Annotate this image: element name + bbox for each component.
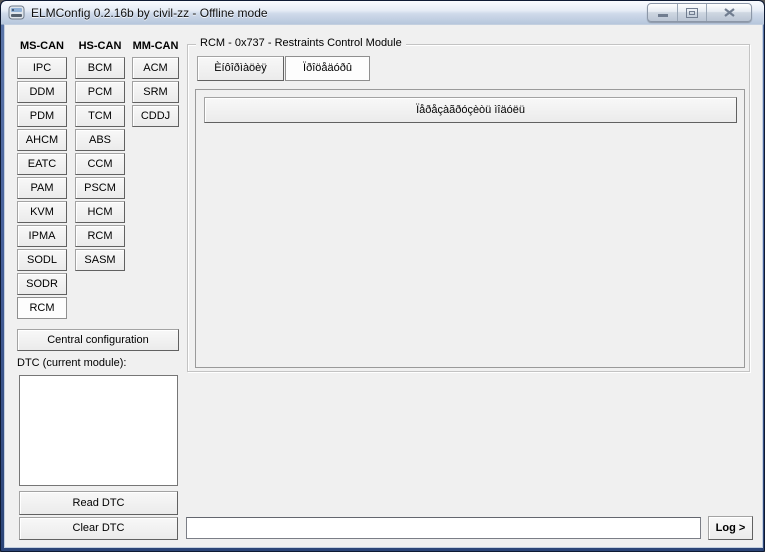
module-button-mm-acm[interactable]: ACM [132, 57, 179, 79]
module-button-ms-ddm[interactable]: DDM [17, 81, 67, 103]
module-groupbox: RCM - 0x737 - Restraints Control Module … [187, 44, 750, 372]
module-button-hs-pcm[interactable]: PCM [75, 81, 125, 103]
module-button-hs-tcm[interactable]: TCM [75, 105, 125, 127]
reload-module-button[interactable]: Ïåðåçàãðóçèòü ìîäóëü [204, 97, 737, 123]
tab-information[interactable]: Èíôîðìàöèÿ [197, 56, 284, 81]
titlebar[interactable]: ELMConfig 0.2.16b by civil-zz - Offline … [1, 1, 764, 25]
module-button-hs-bcm[interactable]: BCM [75, 57, 125, 79]
app-icon [8, 5, 26, 21]
module-button-hs-pscm[interactable]: PSCM [75, 177, 125, 199]
window-controls [647, 3, 752, 22]
maximize-button[interactable] [677, 4, 706, 21]
module-button-hs-abs[interactable]: ABS [75, 129, 125, 151]
module-button-ms-pdm[interactable]: PDM [17, 105, 67, 127]
central-configuration-button[interactable]: Central configuration [17, 329, 179, 351]
tab-procedures[interactable]: Ïðîöåäóðû [285, 56, 370, 81]
command-input[interactable] [186, 517, 701, 539]
module-button-mm-cddj[interactable]: CDDJ [132, 105, 179, 127]
module-button-ms-eatc[interactable]: EATC [17, 153, 67, 175]
ms-can-column: MS-CAN IPC DDM PDM AHCM EATC PAM KVM IPM… [17, 40, 67, 321]
module-button-ms-sodl[interactable]: SODL [17, 249, 67, 271]
module-button-ms-sodr[interactable]: SODR [17, 273, 67, 295]
module-button-ms-ahcm[interactable]: AHCM [17, 129, 67, 151]
mm-can-column: MM-CAN ACM SRM CDDJ [132, 40, 179, 129]
module-button-ms-kvm[interactable]: KVM [17, 201, 67, 223]
module-groupbox-title: RCM - 0x737 - Restraints Control Module [196, 37, 406, 49]
window-title: ELMConfig 0.2.16b by civil-zz - Offline … [31, 6, 268, 20]
app-window: ELMConfig 0.2.16b by civil-zz - Offline … [0, 0, 765, 552]
module-button-hs-ccm[interactable]: CCM [75, 153, 125, 175]
module-button-hs-sasm[interactable]: SASM [75, 249, 125, 271]
module-button-ms-ipma[interactable]: IPMA [17, 225, 67, 247]
client-area: MS-CAN IPC DDM PDM AHCM EATC PAM KVM IPM… [5, 25, 762, 547]
module-button-ms-pam[interactable]: PAM [17, 177, 67, 199]
hs-can-column: HS-CAN BCM PCM TCM ABS CCM PSCM HCM RCM … [75, 40, 125, 273]
module-button-mm-srm[interactable]: SRM [132, 81, 179, 103]
module-button-hs-hcm[interactable]: HCM [75, 201, 125, 223]
ms-can-header: MS-CAN [17, 40, 67, 53]
module-button-ms-rcm-selected[interactable]: RCM [17, 297, 67, 319]
close-icon [724, 8, 735, 17]
minimize-icon [658, 14, 668, 17]
procedures-panel: Ïåðåçàãðóçèòü ìîäóëü [195, 89, 745, 368]
maximize-icon [686, 8, 698, 18]
minimize-button[interactable] [648, 4, 677, 21]
module-button-ms-ipc[interactable]: IPC [17, 57, 67, 79]
hs-can-header: HS-CAN [75, 40, 125, 53]
log-button[interactable]: Log > [708, 516, 753, 540]
clear-dtc-button[interactable]: Clear DTC [19, 517, 178, 540]
mm-can-header: MM-CAN [132, 40, 179, 53]
close-button[interactable] [706, 4, 751, 21]
dtc-label: DTC (current module): [17, 357, 126, 369]
dtc-listbox[interactable] [19, 375, 178, 486]
read-dtc-button[interactable]: Read DTC [19, 491, 178, 515]
module-button-hs-rcm[interactable]: RCM [75, 225, 125, 247]
